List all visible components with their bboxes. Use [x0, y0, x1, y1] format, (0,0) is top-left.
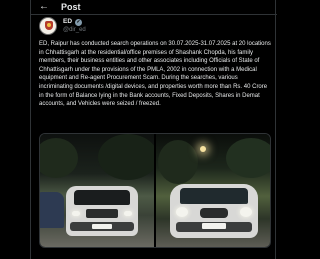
tree-shape [98, 134, 154, 180]
name-row: ED ✓ [63, 18, 86, 26]
verified-badge-icon: ✓ [75, 18, 83, 26]
author-handle[interactable]: @dir_ed [63, 26, 86, 34]
tree-shape [158, 140, 198, 184]
photo-suv[interactable] [40, 134, 154, 247]
headlight [72, 211, 80, 216]
post-text: ED, Raipur has conducted search operatio… [39, 41, 271, 108]
post-media[interactable] [39, 133, 271, 248]
mini-windshield [180, 188, 248, 204]
author-names: ED ✓ @dir_ed [63, 18, 86, 34]
suv-windshield [74, 190, 130, 205]
headlight [124, 211, 132, 216]
avatar[interactable] [39, 17, 57, 35]
post-panel: ← Post ED ✓ @dir_ed ED, Raipur has condu… [30, 0, 277, 259]
mini-grille [200, 208, 228, 218]
photo-mini[interactable] [156, 134, 270, 247]
suv-grille [86, 209, 118, 218]
page-title: Post [61, 2, 81, 12]
license-plate [92, 224, 112, 229]
street-lamp [200, 146, 206, 152]
post-author[interactable]: ED ✓ @dir_ed [39, 16, 86, 36]
post-header: ← Post [31, 0, 277, 14]
headlight [176, 207, 188, 217]
emblem-detail [47, 23, 51, 27]
covered-vehicle [40, 192, 64, 228]
license-plate [202, 223, 226, 229]
arrow-left-icon[interactable]: ← [39, 2, 49, 12]
tree-shape [40, 138, 78, 178]
header-divider [31, 14, 277, 15]
tree-shape [226, 138, 270, 178]
headlight [240, 207, 252, 217]
author-name[interactable]: ED [63, 18, 72, 26]
